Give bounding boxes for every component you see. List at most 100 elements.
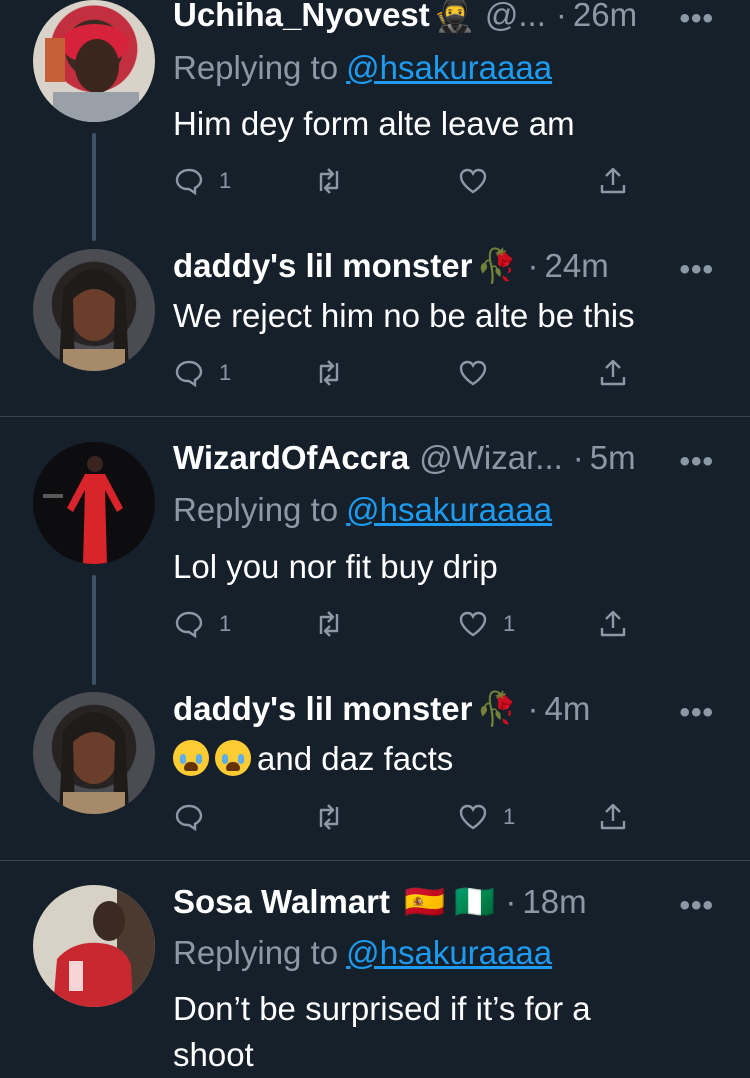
tweet-header: daddy's lil monster 🥀 · 4m (173, 689, 590, 729)
display-name[interactable]: daddy's lil monster (173, 690, 472, 728)
reply-mention-link[interactable]: @hsakuraaaa (346, 49, 552, 86)
thread-line (92, 575, 96, 685)
like-count: 1 (503, 804, 516, 829)
avatar[interactable] (33, 0, 155, 122)
ninja-badge-icon: 🥷 (433, 0, 475, 33)
display-name[interactable]: WizardOfAccra (173, 439, 409, 477)
timestamp[interactable]: 24m (545, 247, 609, 285)
reply-count: 1 (219, 360, 232, 385)
avatar[interactable] (33, 442, 155, 564)
tweet-text: and daz facts (173, 736, 453, 782)
separator-dot: · (505, 883, 517, 920)
reply-button[interactable]: 1 (173, 608, 231, 640)
crying-emoji-icon (215, 740, 251, 776)
retweet-icon (319, 360, 339, 386)
separator-dot: · (555, 0, 567, 33)
share-button[interactable] (597, 608, 629, 640)
thread-line (92, 133, 96, 241)
share-icon (600, 359, 626, 386)
tweet-header: WizardOfAccra @Wizar... · 5m (173, 438, 636, 478)
tweet-text: We reject him no be alte be this (173, 297, 635, 334)
reply-icon (175, 168, 203, 196)
like-button[interactable]: 1 (457, 801, 515, 833)
share-icon (600, 167, 626, 194)
separator-dot: · (527, 247, 539, 284)
wilted-rose-badge-icon: 🥀 (476, 689, 518, 727)
heart-icon (459, 611, 487, 637)
display-name[interactable]: daddy's lil monster (173, 247, 472, 285)
user-handle[interactable]: @Wizar... (419, 439, 563, 477)
reply-mention-link[interactable]: @hsakuraaaa (346, 934, 552, 971)
tweet-text: Don’t be surprised if it’s for a shoot (173, 986, 591, 1078)
tweet-text-body: and daz facts (257, 740, 454, 777)
tweet-header: daddy's lil monster 🥀 · 24m (173, 246, 609, 286)
share-button[interactable] (597, 357, 629, 389)
tweet-actions: 1 (173, 357, 643, 397)
heart-icon (459, 804, 487, 830)
divider (0, 860, 750, 861)
flag-icons: 🇪🇸 🇳🇬 (404, 882, 496, 920)
reply-icon (175, 360, 203, 388)
separator-dot: · (527, 690, 539, 727)
user-handle[interactable]: @... (485, 0, 546, 34)
more-options-button[interactable]: ••• (679, 696, 714, 730)
tweet-text-line: Don’t be surprised if it’s for a (173, 990, 591, 1027)
tweet-text: Lol you nor fit buy drip (173, 548, 498, 585)
share-button[interactable] (597, 801, 629, 833)
more-options-button[interactable]: ••• (679, 889, 714, 923)
retweet-icon (319, 168, 339, 194)
reply-mention-link[interactable]: @hsakuraaaa (346, 491, 552, 528)
retweet-button[interactable] (313, 608, 359, 640)
like-button[interactable] (457, 357, 503, 389)
avatar[interactable] (33, 692, 155, 814)
retweet-button[interactable] (313, 801, 359, 833)
share-icon (600, 803, 626, 830)
replying-to-label: Replying to (173, 934, 339, 971)
tweet-actions: 1 (173, 801, 643, 841)
more-options-button[interactable]: ••• (679, 445, 714, 479)
retweet-button[interactable] (313, 357, 359, 389)
replying-to: Replying to @hsakuraaaa (173, 49, 552, 87)
share-button[interactable] (597, 165, 629, 197)
display-name[interactable]: Sosa Walmart (173, 883, 390, 921)
more-options-button[interactable]: ••• (679, 2, 714, 36)
more-options-button[interactable]: ••• (679, 253, 714, 287)
tweet-header: Uchiha_Nyovest 🥷 @... · 26m (173, 0, 637, 35)
like-button[interactable]: 1 (457, 608, 515, 640)
tweet-actions: 1 (173, 165, 643, 205)
wilted-rose-badge-icon: 🥀 (476, 246, 518, 284)
like-button[interactable] (457, 165, 503, 197)
reply-count: 1 (219, 611, 232, 636)
replying-to-label: Replying to (173, 491, 339, 528)
display-name[interactable]: Uchiha_Nyovest (173, 0, 430, 34)
crying-emoji-icon (173, 740, 209, 776)
timestamp[interactable]: 5m (590, 439, 636, 477)
separator-dot: · (572, 439, 584, 476)
replying-to: Replying to @hsakuraaaa (173, 934, 552, 972)
reply-icon (175, 804, 203, 832)
timestamp[interactable]: 18m (522, 883, 586, 921)
replying-to-label: Replying to (173, 49, 339, 86)
heart-icon (459, 168, 487, 194)
avatar[interactable] (33, 885, 155, 1007)
reply-button[interactable]: 1 (173, 165, 231, 197)
loudly-crying-face-icon (173, 740, 257, 777)
reply-button[interactable]: 1 (173, 357, 231, 389)
avatar[interactable] (33, 249, 155, 371)
tweet-actions: 1 1 (173, 608, 643, 648)
divider (0, 416, 750, 417)
heart-icon (459, 360, 487, 386)
replying-to: Replying to @hsakuraaaa (173, 491, 552, 529)
like-count: 1 (503, 611, 516, 636)
retweet-button[interactable] (313, 165, 359, 197)
reply-button[interactable] (173, 801, 219, 833)
tweet-header: Sosa Walmart 🇪🇸 🇳🇬 · 18m (173, 882, 587, 922)
reply-count: 1 (219, 168, 232, 193)
timestamp[interactable]: 4m (545, 690, 591, 728)
retweet-icon (319, 611, 339, 637)
retweet-icon (319, 804, 339, 830)
tweet-text-line: shoot (173, 1036, 254, 1073)
timestamp[interactable]: 26m (573, 0, 637, 34)
reply-icon (175, 611, 203, 639)
tweet-text: Him dey form alte leave am (173, 105, 575, 142)
